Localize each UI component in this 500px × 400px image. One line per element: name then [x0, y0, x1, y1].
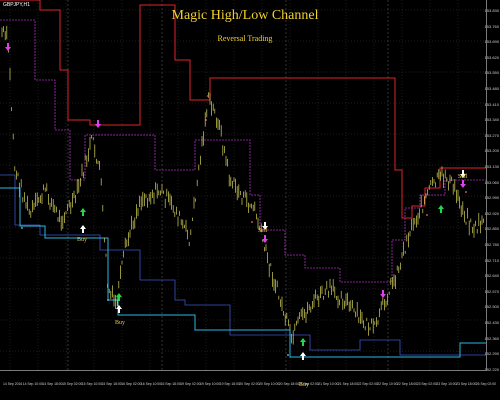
touch-marker	[287, 354, 289, 356]
time-tick-label: 26 Sep 02:00	[475, 382, 496, 386]
time-tick-label: 19 Sep 18:00	[219, 382, 240, 386]
time-tick-label: 14 Sep 2016	[3, 382, 23, 386]
symbol-label: GBPJPY,H1	[3, 2, 30, 8]
touch-marker	[107, 299, 109, 301]
time-tick-label: 14 Sep 18:00	[42, 382, 63, 386]
time-tick-label: 22 Sep 18:00	[397, 382, 418, 386]
up-arrow-icon	[116, 305, 122, 313]
touch-marker	[205, 119, 207, 121]
time-axis[interactable]: 14 Sep 2016 14 Sep 10:00 14 Sep 18:00 15 Se…	[0, 370, 500, 400]
chart-window[interactable]: GBPJPY,H1 Magic High/Low Channel Reversa…	[0, 0, 500, 400]
sell-label-2: Sell	[458, 174, 468, 180]
time-tick-label: 16 Sep 02:00	[121, 382, 142, 386]
time-tick-label: 21 Sep 02:00	[298, 382, 319, 386]
buy-label-1: Buy	[77, 237, 88, 243]
price-chart[interactable]	[0, 0, 500, 400]
time-tick-label: 21 Sep 18:00	[337, 382, 359, 386]
time-tick-label: 19 Sep 02:00	[180, 382, 201, 386]
outer-high-channel-line	[0, 0, 486, 219]
down-arrow-icon	[5, 43, 11, 51]
inner-low-channel-line	[0, 174, 486, 356]
time-tick-label: 20 Sep 18:00	[278, 382, 299, 386]
time-tick-label: 22 Sep 10:00	[377, 382, 398, 386]
up-arrow-icon	[300, 352, 306, 360]
touch-marker	[251, 221, 253, 223]
down-arrow-icon	[380, 290, 386, 298]
chart-title: Magic High/Low Channel	[171, 8, 319, 23]
touch-marker	[465, 191, 467, 193]
time-tick-label: 21 Sep 10:00	[318, 382, 339, 386]
time-tick-label: 15 Sep 02:00	[62, 382, 83, 386]
time-tick-label: 20 Sep 02:00	[239, 382, 260, 386]
price-axis[interactable]: 153.830 153.760 153.690 153.620 153.550 153.4…	[485, 0, 500, 372]
time-tick-label: 15 Sep 18:00	[101, 382, 122, 386]
chart-subtitle: Reversal Trading	[217, 34, 273, 43]
up-arrow-icon	[80, 225, 86, 233]
touch-marker	[21, 227, 23, 229]
time-axis-border	[0, 370, 486, 371]
time-tick-label: 20 Sep 10:00	[259, 382, 280, 386]
time-tick-label: 19 Sep 10:00	[200, 382, 221, 386]
time-tick-label: 14 Sep 10:00	[22, 382, 43, 386]
time-tick-label: 23 Sep 02:00	[416, 382, 437, 386]
buy-label-2: Buy	[115, 320, 126, 326]
time-tick-label: 16 Sep 10:00	[140, 382, 162, 386]
time-tick-label: 23 Sep 18:00	[456, 382, 477, 386]
time-tick-label: 15 Sep 10:00	[81, 382, 102, 386]
time-tick-label: 23 Sep 10:00	[436, 382, 457, 386]
sell-label-1: Sell	[258, 228, 268, 234]
time-tick-label: 22 Sep 02:00	[357, 382, 378, 386]
down-arrow-icon	[95, 120, 101, 128]
price-axis-border	[486, 0, 487, 371]
up-arrow-icon	[438, 205, 444, 213]
down-arrow-icon	[460, 180, 466, 188]
touch-marker	[207, 95, 209, 97]
touch-marker	[426, 214, 428, 216]
time-tick-label: 16 Sep 18:00	[160, 382, 181, 386]
outer-low-channel-line	[0, 187, 486, 358]
up-arrow-icon	[80, 208, 86, 216]
inner-high-channel-line	[0, 19, 486, 283]
up-arrow-icon	[300, 338, 306, 346]
